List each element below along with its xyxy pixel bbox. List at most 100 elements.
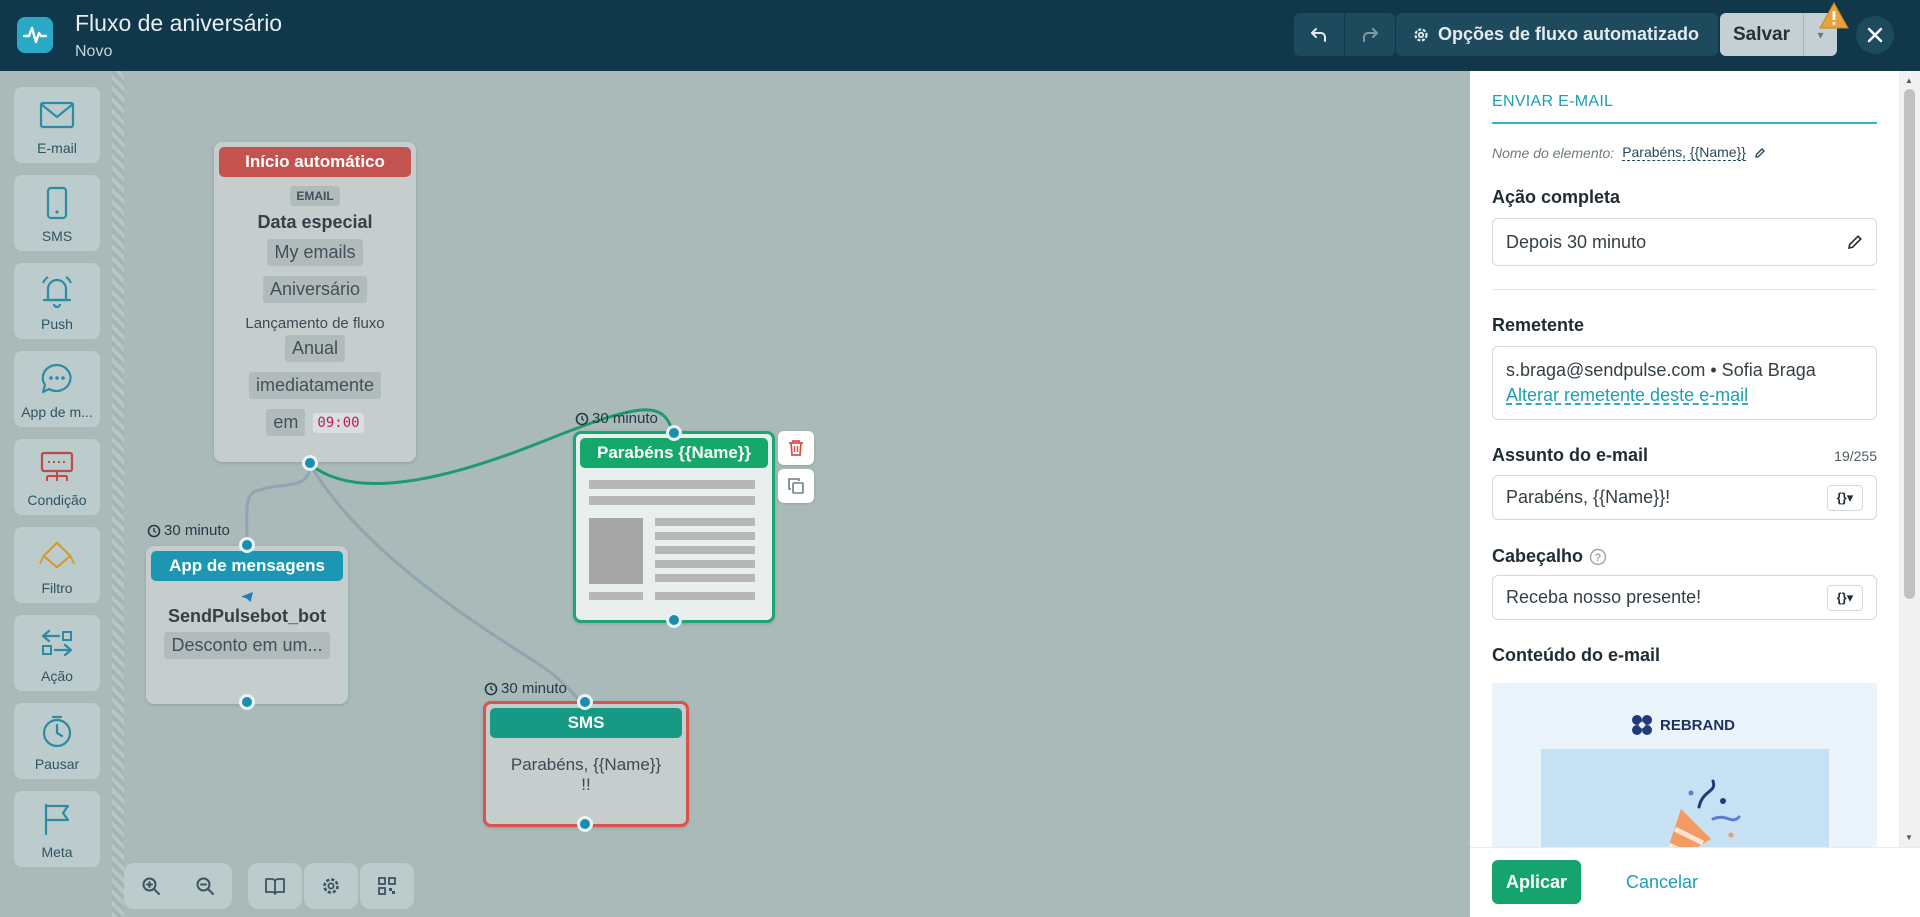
zoom-out-button[interactable] bbox=[178, 863, 232, 909]
messenger-node[interactable]: App de mensagens SendPulsebot_bot Descon… bbox=[146, 546, 348, 704]
pencil-icon[interactable] bbox=[1754, 147, 1766, 159]
envelope-icon bbox=[38, 96, 76, 134]
minimap-button[interactable] bbox=[360, 863, 414, 909]
preheader-label-row: Cabeçalho ? bbox=[1492, 546, 1877, 567]
flow-options-button[interactable]: Opções de fluxo automatizado bbox=[1396, 13, 1718, 56]
palette-pause[interactable]: Pausar bbox=[14, 703, 100, 779]
scroll-down-arrow-icon[interactable]: ▼ bbox=[1905, 833, 1913, 842]
connector-start-messenger bbox=[245, 463, 312, 547]
content-label: Conteúdo do e-mail bbox=[1492, 645, 1877, 666]
start-node-header: Início automático bbox=[219, 147, 411, 177]
email-node-input-port[interactable] bbox=[666, 425, 682, 441]
palette-sms[interactable]: SMS bbox=[14, 175, 100, 251]
settings-button[interactable] bbox=[304, 863, 358, 909]
undo-button[interactable] bbox=[1294, 13, 1344, 56]
gear-icon bbox=[1414, 27, 1428, 42]
palette-label: E-mail bbox=[37, 140, 77, 156]
preheader-input[interactable]: Receba nosso presente! {}▾ bbox=[1492, 575, 1877, 620]
brand-logo: REBRAND bbox=[1630, 713, 1735, 737]
cancel-button[interactable]: Cancelar bbox=[1626, 860, 1698, 904]
warning-icon[interactable] bbox=[1818, 1, 1850, 31]
complete-action-label: Ação completa bbox=[1492, 187, 1877, 208]
pencil-icon[interactable] bbox=[1847, 234, 1863, 250]
chat-icon bbox=[38, 360, 76, 398]
email-template-thumbnail bbox=[589, 480, 755, 600]
subject-input[interactable]: Parabéns, {{Name}}! {}▾ bbox=[1492, 475, 1877, 520]
flow-status: Novo bbox=[75, 43, 113, 60]
event-field: Aniversário bbox=[262, 276, 368, 303]
undo-icon bbox=[1311, 27, 1326, 42]
trash-icon bbox=[789, 440, 803, 456]
save-button[interactable]: Salvar bbox=[1720, 13, 1803, 56]
palette-goal[interactable]: Meta bbox=[14, 791, 100, 867]
variable-icon: {}▾ bbox=[1836, 489, 1854, 505]
scroll-up-arrow-icon[interactable]: ▲ bbox=[1905, 76, 1913, 85]
scroll-thumb[interactable] bbox=[1904, 89, 1915, 599]
close-button[interactable] bbox=[1856, 16, 1894, 54]
delete-node-button[interactable] bbox=[778, 431, 814, 465]
gear-icon bbox=[304, 863, 358, 909]
zoom-out-icon bbox=[196, 877, 214, 895]
subject-label: Assunto do e-mail bbox=[1492, 445, 1649, 465]
trigger-title: Data especial bbox=[257, 212, 373, 232]
guide-button[interactable] bbox=[248, 863, 302, 909]
rebrand-logo-icon bbox=[1632, 715, 1652, 735]
palette-messenger-app[interactable]: App de m... bbox=[14, 351, 100, 427]
close-icon bbox=[1867, 27, 1883, 43]
complete-action-field[interactable]: Depois 30 minuto bbox=[1492, 218, 1877, 266]
apply-button[interactable]: Aplicar bbox=[1492, 860, 1581, 904]
panel-scrollbar[interactable]: ▲ ▼ bbox=[1899, 71, 1920, 847]
email-node-output-port[interactable] bbox=[666, 612, 682, 628]
help-icon[interactable]: ? bbox=[1589, 548, 1607, 566]
messenger-node-header: App de mensagens bbox=[151, 551, 343, 581]
change-sender-link[interactable]: Alterar remetente deste e-mail bbox=[1506, 385, 1748, 406]
channel-badge: EMAIL bbox=[290, 186, 340, 206]
frequency-value: Anual bbox=[284, 335, 346, 362]
content-label-text: Conteúdo do e-mail bbox=[1492, 645, 1660, 665]
email-node-selected[interactable]: Parabéns {{Name}} bbox=[573, 431, 775, 623]
palette-action[interactable]: Ação bbox=[14, 615, 100, 691]
timing-value: imediatamente bbox=[248, 372, 382, 399]
duplicate-node-button[interactable] bbox=[778, 469, 814, 503]
element-name-value[interactable]: Parabéns, {{Name}} bbox=[1622, 144, 1746, 161]
zoom-in-button[interactable] bbox=[124, 863, 178, 909]
palette-label: Push bbox=[41, 316, 73, 332]
redo-icon bbox=[1363, 27, 1378, 42]
filter-icon bbox=[38, 536, 76, 574]
palette-condition[interactable]: Condição bbox=[14, 439, 100, 515]
at-label: em bbox=[266, 409, 306, 436]
page-title[interactable]: Fluxo de aniversário bbox=[75, 10, 282, 37]
clock-icon bbox=[484, 682, 498, 695]
flow-canvas[interactable]: Início automático EMAIL Data especial My… bbox=[124, 71, 1470, 917]
sms-node-output-port[interactable] bbox=[577, 816, 593, 832]
messenger-node-input-port[interactable] bbox=[239, 537, 255, 553]
element-name-label: Nome do elemento: bbox=[1492, 144, 1615, 161]
grid-icon bbox=[360, 863, 414, 909]
sms-delay: 30 minuto bbox=[484, 680, 567, 697]
palette-email[interactable]: E-mail bbox=[14, 87, 100, 163]
pulse-logo-icon[interactable] bbox=[17, 17, 53, 53]
complete-action-label-text: Ação completa bbox=[1492, 187, 1621, 207]
book-icon bbox=[248, 863, 302, 909]
telegram-icon bbox=[241, 592, 253, 602]
message-preview: Desconto em um... bbox=[164, 632, 330, 659]
sms-node-input-port[interactable] bbox=[577, 694, 593, 710]
redo-button[interactable] bbox=[1345, 13, 1395, 56]
clock-icon bbox=[147, 524, 161, 537]
palette-push[interactable]: Push bbox=[14, 263, 100, 339]
insert-variable-button[interactable]: {}▾ bbox=[1827, 484, 1863, 511]
zoom-controls bbox=[124, 863, 232, 909]
email-node-header: Parabéns {{Name}} bbox=[580, 438, 768, 468]
start-node[interactable]: Início automático EMAIL Data especial My… bbox=[214, 142, 416, 462]
zoom-in-icon bbox=[142, 877, 160, 895]
insert-variable-button[interactable]: {}▾ bbox=[1827, 584, 1863, 611]
element-settings-panel: ENVIAR E-MAIL Nome do elemento: Parabéns… bbox=[1470, 71, 1920, 917]
launch-label: Lançamento de fluxo bbox=[245, 315, 385, 332]
palette-label: Pausar bbox=[34, 756, 80, 772]
preheader-value: Receba nosso presente! bbox=[1506, 587, 1702, 607]
sms-node[interactable]: SMS Parabéns, {{Name}} !! bbox=[483, 701, 689, 827]
start-node-output-port[interactable] bbox=[302, 455, 318, 471]
messenger-node-output-port[interactable] bbox=[239, 694, 255, 710]
palette-filter[interactable]: Filtro bbox=[14, 527, 100, 603]
delay-text: 30 minuto bbox=[592, 410, 658, 427]
